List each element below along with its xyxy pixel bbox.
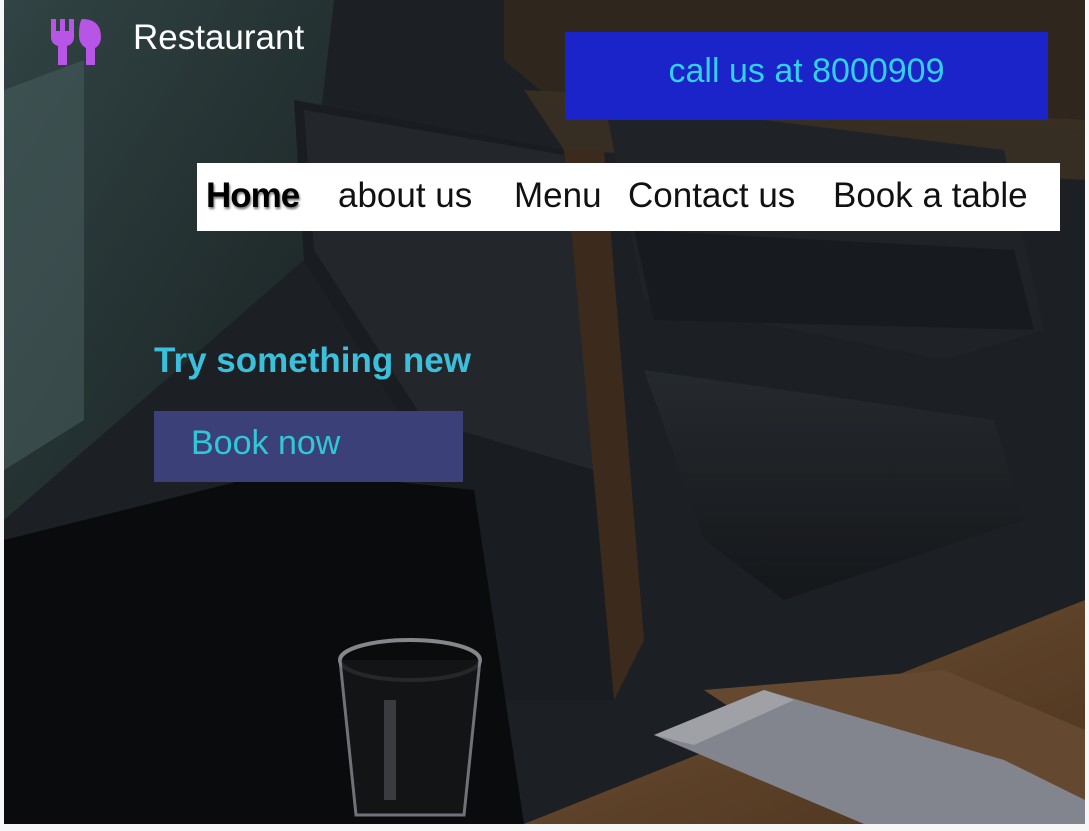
nav-item-about-us[interactable]: about us — [338, 163, 472, 231]
nav-item-book-a-table[interactable]: Book a table — [833, 163, 1028, 231]
nav-item-contact-us[interactable]: Contact us — [628, 163, 795, 231]
nav-item-home[interactable]: Home — [206, 163, 300, 231]
hero-tagline: Try something new — [154, 341, 471, 380]
book-now-button[interactable]: Book now — [154, 411, 463, 482]
hero-section: Restaurant call us at 8000909 Home about… — [4, 0, 1085, 824]
main-navigation: Home about us Menu Contact us Book a tab… — [197, 163, 1060, 231]
fork-spoon-icon — [51, 19, 101, 65]
brand-name[interactable]: Restaurant — [133, 18, 304, 58]
nav-item-menu[interactable]: Menu — [514, 163, 602, 231]
call-us-button[interactable]: call us at 8000909 — [565, 32, 1048, 120]
